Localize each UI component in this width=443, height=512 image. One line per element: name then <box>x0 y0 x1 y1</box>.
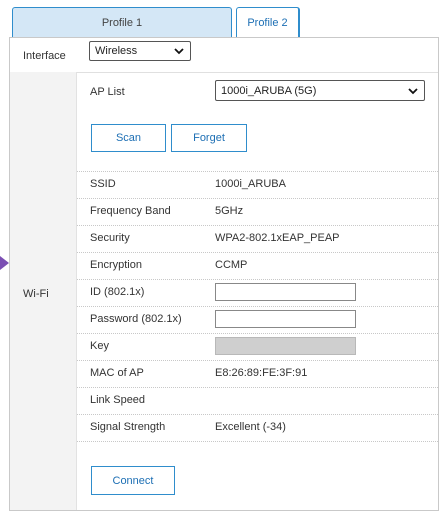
profile-panel: Interface Wireless Wi-Fi AP List 1000i_A… <box>9 37 439 511</box>
profile-tabs: Profile 1 Profile 2 <box>0 0 443 38</box>
field-row-security: Security WPA2-802.1xEAP_PEAP <box>77 225 438 250</box>
ap-list-select-value: 1000i_ARUBA (5G) <box>221 84 317 97</box>
field-label: SSID <box>90 178 116 190</box>
chevron-down-icon <box>408 87 418 94</box>
pointer-arrow-icon <box>0 256 9 270</box>
interface-label: Interface <box>23 50 66 62</box>
field-row-mac: MAC of AP E8:26:89:FE:3F:91 <box>77 360 438 385</box>
field-label: Encryption <box>90 259 142 271</box>
field-value: Excellent (-34) <box>215 421 286 433</box>
interface-select-value: Wireless <box>95 45 138 57</box>
divider <box>77 441 438 442</box>
field-label: Password (802.1x) <box>90 313 182 325</box>
field-label: Link Speed <box>90 394 146 406</box>
password-8021x-input[interactable] <box>215 310 356 328</box>
ap-list-select[interactable]: 1000i_ARUBA (5G) <box>215 80 425 101</box>
field-label: Frequency Band <box>90 205 171 217</box>
interface-row: Interface Wireless <box>10 38 438 73</box>
field-value: 5GHz <box>215 205 244 217</box>
field-value: WPA2-802.1xEAP_PEAP <box>215 232 340 244</box>
id-8021x-input[interactable] <box>215 283 356 301</box>
scan-button[interactable]: Scan <box>91 124 166 152</box>
field-label: Security <box>90 232 130 244</box>
field-row-signal-strength: Signal Strength Excellent (-34) <box>77 414 438 439</box>
field-row-link-speed: Link Speed <box>77 387 438 412</box>
field-row-password: Password (802.1x) <box>77 306 438 331</box>
interface-select[interactable]: Wireless <box>89 41 191 61</box>
field-label: MAC of AP <box>90 367 144 379</box>
field-row-encryption: Encryption CCMP <box>77 252 438 277</box>
tab-profile-1[interactable]: Profile 1 <box>12 7 232 37</box>
section-label-column: Wi-Fi <box>10 72 77 510</box>
field-label: ID (802.1x) <box>90 286 145 298</box>
field-value: 1000i_ARUBA <box>215 178 286 190</box>
field-value: CCMP <box>215 259 248 271</box>
forget-button[interactable]: Forget <box>171 124 247 152</box>
chevron-down-icon <box>174 48 184 55</box>
connect-button[interactable]: Connect <box>91 466 175 495</box>
field-value: E8:26:89:FE:3F:91 <box>215 367 308 379</box>
field-label: Signal Strength <box>90 421 166 433</box>
ap-list-label: AP List <box>90 86 125 98</box>
field-row-frequency-band: Frequency Band 5GHz <box>77 198 438 223</box>
field-label: Key <box>90 340 109 352</box>
field-row-key: Key <box>77 333 438 358</box>
key-input <box>215 337 356 355</box>
tab-profile-2[interactable]: Profile 2 <box>236 7 300 37</box>
wifi-section-label: Wi-Fi <box>23 288 49 300</box>
field-row-id: ID (802.1x) <box>77 279 438 304</box>
field-row-ssid: SSID 1000i_ARUBA <box>77 171 438 196</box>
